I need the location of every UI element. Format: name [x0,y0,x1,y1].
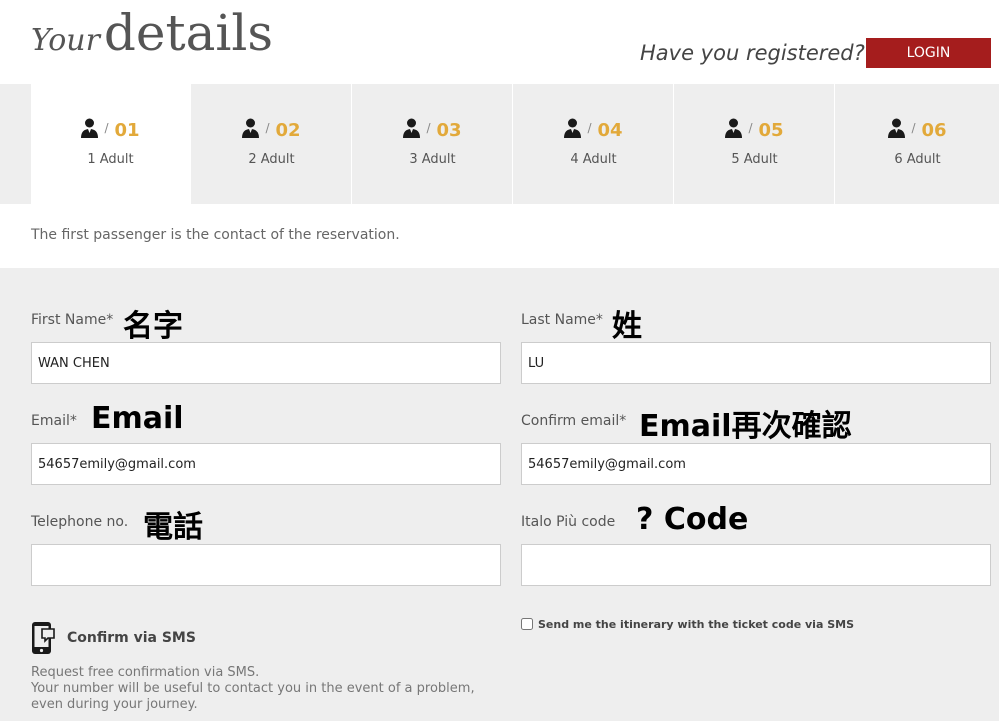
tab-slash: / [265,121,270,135]
tab-3-adult[interactable]: / 03 3 Adult [353,84,513,204]
tab-slash: / [911,121,916,135]
person-icon [888,118,906,138]
tab-1-adult[interactable]: / 01 1 Adult [31,84,191,204]
person-icon [564,118,582,138]
person-icon [403,118,421,138]
telephone-label: Telephone no. [31,514,129,530]
sms-title: Confirm via SMS [67,630,196,646]
contact-note: The first passenger is the contact of th… [31,227,400,243]
last-name-label: Last Name* [521,312,603,328]
confirm-email-label: Confirm email* [521,413,627,429]
page-title: Yourdetails [31,4,273,62]
sms-description: Request free confirmation via SMS. Your … [31,665,475,713]
tab-label: 6 Adult [894,152,941,167]
person-icon [242,118,260,138]
last-name-annotation: 姓 [612,309,642,344]
tab-label: 4 Adult [570,152,617,167]
first-name-annotation: 名字 [123,309,183,344]
confirm-email-annotation: Email再次確認 [639,409,852,444]
italo-code-input[interactable] [521,544,991,586]
telephone-input[interactable] [31,544,501,586]
tab-number: 03 [436,120,462,141]
email-input[interactable] [31,443,501,485]
passenger-form: First Name* 名字 Last Name* 姓 Email* Email… [0,268,999,721]
tab-number: 05 [758,120,784,141]
sms-itinerary-label[interactable]: Send me the itinerary with the ticket co… [538,618,854,631]
email-annotation: Email [91,401,184,436]
page-title-main: details [103,4,274,62]
tab-4-adult[interactable]: / 04 4 Adult [514,84,674,204]
sms-itinerary-checkbox[interactable] [521,618,533,630]
tab-number: 02 [275,120,301,141]
page-title-italic: Your [31,23,100,58]
person-icon [81,118,99,138]
passenger-tabs: / 01 1 Adult / 02 2 Adult / 03 3 Adult / 04 … [0,84,999,204]
tab-label: 3 Adult [409,152,456,167]
confirm-email-input[interactable] [521,443,991,485]
email-label: Email* [31,413,77,429]
first-name-input[interactable] [31,342,501,384]
first-name-label: First Name* [31,312,114,328]
tab-slash: / [104,121,109,135]
tab-5-adult[interactable]: / 05 5 Adult [675,84,835,204]
page-header: Yourdetails Have you registered? LOGIN [0,0,999,84]
person-icon [725,118,743,138]
last-name-input[interactable] [521,342,991,384]
sms-desc-line: even during your journey. [31,697,198,712]
tab-label: 5 Adult [731,152,778,167]
tab-slash: / [587,121,592,135]
tab-label: 1 Adult [87,152,134,167]
registered-prompt: Have you registered? [640,41,865,65]
tab-label: 2 Adult [248,152,295,167]
tab-slash: / [748,121,753,135]
tab-number: 04 [597,120,623,141]
sms-desc-line: Your number will be useful to contact yo… [31,681,475,696]
sms-desc-line: Request free confirmation via SMS. [31,665,260,680]
phone-sms-icon [32,622,55,654]
tab-6-adult[interactable]: / 06 6 Adult [836,84,999,204]
italo-code-label: Italo Più code [521,514,616,530]
telephone-annotation: 電話 [143,510,203,545]
tab-slash: / [426,121,431,135]
login-button[interactable]: LOGIN [866,38,991,68]
tab-number: 01 [114,120,140,141]
italo-code-annotation: ? Code [636,502,749,537]
tab-2-adult[interactable]: / 02 2 Adult [192,84,352,204]
tab-number: 06 [921,120,947,141]
